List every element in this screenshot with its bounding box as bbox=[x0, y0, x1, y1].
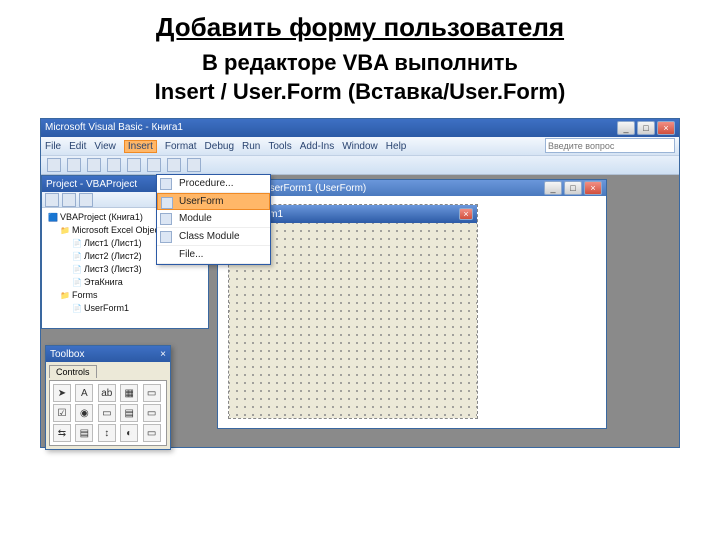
toolbar-icon[interactable] bbox=[187, 158, 201, 172]
maximize-button[interactable]: □ bbox=[564, 181, 582, 195]
tool-tabstrip-icon[interactable]: ⇆ bbox=[53, 424, 71, 442]
insert-dropdown: Procedure... UserForm Module Class Modul… bbox=[156, 174, 271, 265]
menu-addins[interactable]: Add-Ins bbox=[300, 141, 334, 152]
tree-folder-forms[interactable]: Forms bbox=[46, 289, 204, 302]
main-toolbar bbox=[41, 155, 679, 175]
tool-optionbutton-icon[interactable]: ◉ bbox=[75, 404, 93, 422]
toolbox-tab-controls[interactable]: Controls bbox=[49, 365, 97, 378]
close-button[interactable]: × bbox=[584, 181, 602, 195]
menu-help[interactable]: Help bbox=[386, 141, 407, 152]
menu-file[interactable]: File bbox=[45, 141, 61, 152]
mi-label: Module bbox=[179, 213, 212, 224]
tree-sheet[interactable]: ЭтаКнига bbox=[46, 276, 204, 289]
window-controls: _ □ × bbox=[617, 121, 675, 135]
slide-sub-l2: Insert / User.Form (Вставка/User.Form) bbox=[155, 79, 566, 104]
help-search-input[interactable] bbox=[545, 138, 675, 153]
userform-icon bbox=[161, 197, 173, 209]
menu-edit[interactable]: Edit bbox=[69, 141, 86, 152]
toolbar-icon[interactable] bbox=[87, 158, 101, 172]
toolbar-icon[interactable] bbox=[147, 158, 161, 172]
tool-frame-icon[interactable]: ▤ bbox=[120, 404, 138, 422]
menu-insert[interactable]: Insert bbox=[124, 140, 157, 153]
form-designer-title: Книга1 - UserForm1 (UserForm) _ □ × bbox=[218, 180, 606, 196]
slide-title: Добавить форму пользователя bbox=[40, 12, 680, 43]
module-icon bbox=[160, 213, 172, 225]
project-explorer-title-text: Project - VBAProject bbox=[46, 179, 137, 190]
form-designer-window: Книга1 - UserForm1 (UserForm) _ □ × User… bbox=[217, 179, 607, 429]
view-object-icon[interactable] bbox=[62, 193, 76, 207]
tool-spinbutton-icon[interactable]: ◐ bbox=[120, 424, 138, 442]
tool-textbox-icon[interactable]: ab bbox=[98, 384, 116, 402]
inner-window-controls: _ □ × bbox=[544, 181, 602, 195]
class-module-icon bbox=[160, 231, 172, 243]
toolbox-panel: Toolbox × Controls ➤ A ab ▦ ▭ ☑ ◉ ▭ ▤ ▭ … bbox=[45, 345, 171, 450]
tool-multipage-icon[interactable]: ▤ bbox=[75, 424, 93, 442]
menu-debug[interactable]: Debug bbox=[205, 141, 234, 152]
toggle-folders-icon[interactable] bbox=[79, 193, 93, 207]
tool-pointer-icon[interactable]: ➤ bbox=[53, 384, 71, 402]
minimize-button[interactable]: _ bbox=[544, 181, 562, 195]
tool-togglebutton-icon[interactable]: ▭ bbox=[98, 404, 116, 422]
vba-window: Microsoft Visual Basic - Книга1 _ □ × Fi… bbox=[40, 118, 680, 448]
menu-item-classmodule[interactable]: Class Module bbox=[157, 228, 270, 246]
slide-subtitle: В редакторе VBA выполнить Insert / User.… bbox=[30, 49, 690, 106]
minimize-button[interactable]: _ bbox=[617, 121, 635, 135]
tool-checkbox-icon[interactable]: ☑ bbox=[53, 404, 71, 422]
menu-item-userform[interactable]: UserForm bbox=[157, 193, 270, 210]
menu-item-module[interactable]: Module bbox=[157, 210, 270, 228]
mi-label: UserForm bbox=[179, 196, 223, 207]
tool-label-icon[interactable]: A bbox=[75, 384, 93, 402]
vba-title-bar: Microsoft Visual Basic - Книга1 _ □ × bbox=[41, 119, 679, 137]
mi-label: Procedure... bbox=[179, 178, 233, 189]
menu-view[interactable]: View bbox=[94, 141, 116, 152]
work-area: Project - VBAProject × VBAProject (Книга… bbox=[41, 175, 679, 447]
menu-item-procedure[interactable]: Procedure... bbox=[157, 175, 270, 193]
tool-listbox-icon[interactable]: ▭ bbox=[143, 384, 161, 402]
menu-tools[interactable]: Tools bbox=[268, 141, 291, 152]
maximize-button[interactable]: □ bbox=[637, 121, 655, 135]
slide-sub-l1: В редакторе VBA выполнить bbox=[202, 50, 518, 75]
vba-title-text: Microsoft Visual Basic - Книга1 bbox=[45, 119, 183, 137]
mi-label: Class Module bbox=[179, 231, 240, 242]
toolbar-icon[interactable] bbox=[167, 158, 181, 172]
toolbar-icon[interactable] bbox=[127, 158, 141, 172]
tool-commandbutton-icon[interactable]: ▭ bbox=[143, 404, 161, 422]
toolbar-icon[interactable] bbox=[47, 158, 61, 172]
userform-close-icon[interactable]: × bbox=[459, 208, 473, 220]
menu-item-file[interactable]: File... bbox=[157, 246, 270, 264]
toolbox-close-icon[interactable]: × bbox=[160, 349, 166, 360]
menu-window[interactable]: Window bbox=[342, 141, 378, 152]
mi-label: File... bbox=[179, 249, 203, 260]
menu-bar: File Edit View Insert Format Debug Run T… bbox=[41, 137, 679, 155]
procedure-icon bbox=[160, 178, 172, 190]
menu-format[interactable]: Format bbox=[165, 141, 197, 152]
close-button[interactable]: × bbox=[657, 121, 675, 135]
tree-userform[interactable]: UserForm1 bbox=[46, 302, 204, 315]
tool-scrollbar-icon[interactable]: ↕ bbox=[98, 424, 116, 442]
toolbox-grid: ➤ A ab ▦ ▭ ☑ ◉ ▭ ▤ ▭ ⇆ ▤ ↕ ◐ ▭ bbox=[49, 380, 167, 446]
tool-combobox-icon[interactable]: ▦ bbox=[120, 384, 138, 402]
view-code-icon[interactable] bbox=[45, 193, 59, 207]
tool-image-icon[interactable]: ▭ bbox=[143, 424, 161, 442]
toolbar-icon[interactable] bbox=[107, 158, 121, 172]
menu-run[interactable]: Run bbox=[242, 141, 260, 152]
toolbox-title: Toolbox × bbox=[46, 346, 170, 362]
toolbar-icon[interactable] bbox=[67, 158, 81, 172]
toolbox-title-text: Toolbox bbox=[50, 349, 84, 360]
